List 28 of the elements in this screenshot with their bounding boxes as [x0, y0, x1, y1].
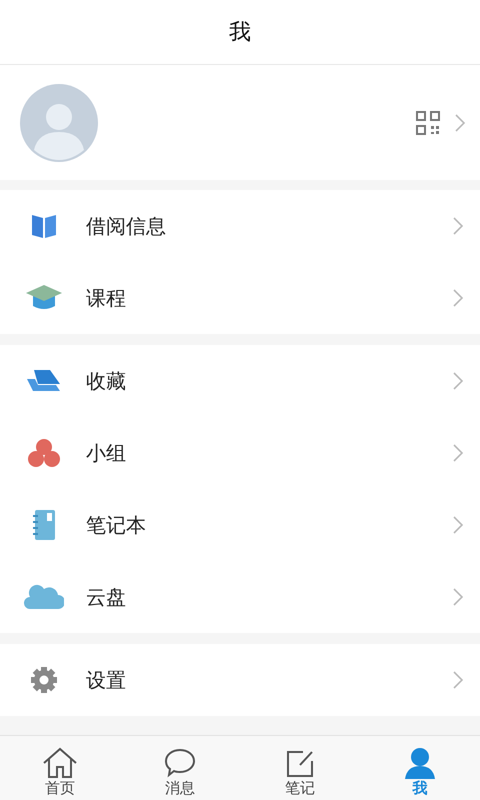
- menu-item[interactable]: 小组: [0, 417, 480, 489]
- menu-item[interactable]: 借阅信息: [0, 190, 480, 262]
- chevron-icon: [452, 371, 464, 391]
- menu-item[interactable]: 云盘: [0, 561, 480, 633]
- chevron-icon: [454, 112, 466, 132]
- tab[interactable]: 笔记: [240, 736, 360, 800]
- tab[interactable]: 首页: [0, 736, 120, 800]
- three-circles-icon: [27, 438, 61, 468]
- menu-item[interactable]: 课程: [0, 262, 480, 334]
- settings-icon: [28, 664, 60, 696]
- qr-code-icon[interactable]: [416, 110, 440, 134]
- tab[interactable]: 我: [360, 736, 480, 800]
- chevron-icon: [452, 515, 464, 535]
- speech-bubble-icon: [164, 747, 196, 779]
- tab[interactable]: 消息: [120, 736, 240, 800]
- home-icon: [42, 747, 78, 779]
- chevron-icon: [452, 443, 464, 463]
- chevron-icon: [452, 670, 464, 690]
- chevron-icon: [452, 216, 464, 236]
- cloud-icon: [24, 583, 64, 611]
- page-title: 我: [229, 19, 251, 47]
- menu-item[interactable]: 设置: [0, 644, 480, 716]
- menu-item[interactable]: 收藏: [0, 345, 480, 417]
- edit-icon: [285, 749, 315, 779]
- person-icon: [404, 747, 436, 779]
- chevron-icon: [452, 587, 464, 607]
- chevron-icon: [452, 288, 464, 308]
- menu-item[interactable]: 笔记本: [0, 489, 480, 561]
